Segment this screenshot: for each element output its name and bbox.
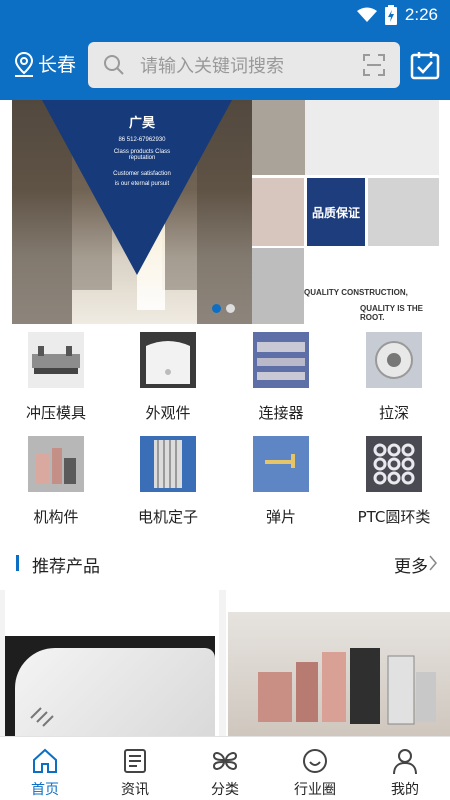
tab-label: 我的 (391, 782, 419, 798)
category-item[interactable]: 弹片 (225, 436, 337, 527)
category-label: PTC圆环类 (357, 508, 431, 526)
category-item[interactable]: 电机定子 (112, 436, 224, 527)
more-link[interactable]: 更多 (394, 552, 428, 577)
category-item[interactable]: PTC圆环类 (338, 436, 450, 527)
tab-label: 分类 (211, 782, 239, 798)
tab-label: 资讯 (121, 782, 149, 798)
status-bar: 2:26 (0, 0, 450, 32)
calendar-check-icon[interactable] (410, 50, 440, 80)
home-icon (33, 748, 57, 773)
category-item[interactable]: 冲压模具 (0, 332, 112, 423)
category-label: 电机定子 (137, 508, 198, 526)
category-icon (212, 752, 238, 770)
city-label: 长春 (38, 54, 77, 76)
category-item[interactable]: 连接器 (225, 332, 337, 423)
location-pin-icon (14, 51, 34, 77)
category-label: 拉深 (378, 404, 409, 422)
category-item[interactable]: 外观件 (112, 332, 224, 423)
banner-phone: 86 512-67962930 (118, 137, 166, 143)
tab-label: 首页 (31, 782, 59, 798)
section-accent-bar (16, 555, 19, 571)
product-card[interactable] (226, 590, 450, 736)
banner-quality-badge: 品质保证 (307, 178, 365, 246)
scan-icon[interactable] (362, 53, 386, 77)
category-thumbnail (140, 332, 196, 388)
city-selector[interactable]: 长春 (12, 50, 76, 77)
category-thumbnail (366, 332, 422, 388)
category-thumbnail (28, 436, 84, 492)
category-label: 机构件 (33, 508, 79, 526)
search-placeholder: 请输入关键词搜索 (140, 56, 284, 77)
category-label: 弹片 (265, 508, 296, 526)
banner-quality-line: QUALITY CONSTRUCTION, (304, 288, 408, 297)
category-label: 外观件 (145, 404, 191, 422)
wifi-icon (356, 7, 377, 22)
category-thumbnail (366, 436, 422, 492)
product-image (5, 636, 215, 736)
tab-home[interactable]: 首页 (0, 737, 90, 800)
news-icon (124, 749, 146, 773)
banner-slogan: is our eternal pursuit (114, 181, 170, 187)
user-icon (393, 749, 417, 775)
category-grid: 冲压模具 外观件 连接器 拉深 机构件 电机定子 弹片 PTC圆环类 (0, 328, 450, 538)
category-thumbnail (28, 332, 84, 388)
category-label: 连接器 (258, 404, 304, 422)
tab-label: 行业圈 (294, 782, 336, 798)
search-icon (104, 55, 124, 75)
product-image (228, 612, 450, 736)
recommended-header: 推荐产品 更多 (0, 545, 450, 581)
banner-pagination (212, 304, 235, 313)
tab-industry-circle[interactable]: 行业圈 (270, 737, 360, 800)
top-navigation: 长春 请输入关键词搜索 (0, 32, 450, 100)
category-thumbnail (253, 436, 309, 492)
category-thumbnail (253, 332, 309, 388)
circle-icon (303, 749, 327, 773)
banner-company: 广昊 (128, 116, 155, 131)
banner-company-block: 广昊 86 512-67962930 Class products Class … (107, 112, 177, 187)
pagination-dot[interactable] (226, 304, 235, 313)
battery-icon (384, 5, 397, 25)
banner-slogan: Customer satisfaction (113, 171, 171, 177)
chevron-right-icon[interactable] (428, 554, 438, 572)
category-item[interactable]: 机构件 (0, 436, 112, 527)
section-title: 推荐产品 (32, 557, 100, 577)
bottom-tab-bar: 首页 资讯 分类 行业圈 我的 (0, 736, 450, 800)
status-time: 2:26 (404, 5, 438, 24)
tab-news[interactable]: 资讯 (90, 737, 180, 800)
pagination-dot-active[interactable] (212, 304, 221, 313)
tab-profile[interactable]: 我的 (360, 737, 450, 800)
category-item[interactable]: 拉深 (338, 332, 450, 423)
search-bar[interactable]: 请输入关键词搜索 (88, 42, 400, 88)
product-card[interactable] (5, 590, 219, 736)
category-label: 冲压模具 (25, 404, 86, 422)
banner-quality-line: QUALITY IS THE ROOT. (360, 304, 423, 322)
tab-category[interactable]: 分类 (180, 737, 270, 800)
category-thumbnail (140, 436, 196, 492)
product-list (0, 590, 450, 736)
promo-banner[interactable]: 广昊 86 512-67962930 Class products Class … (12, 100, 439, 324)
banner-slogan: Class products Class reputation (113, 149, 171, 161)
